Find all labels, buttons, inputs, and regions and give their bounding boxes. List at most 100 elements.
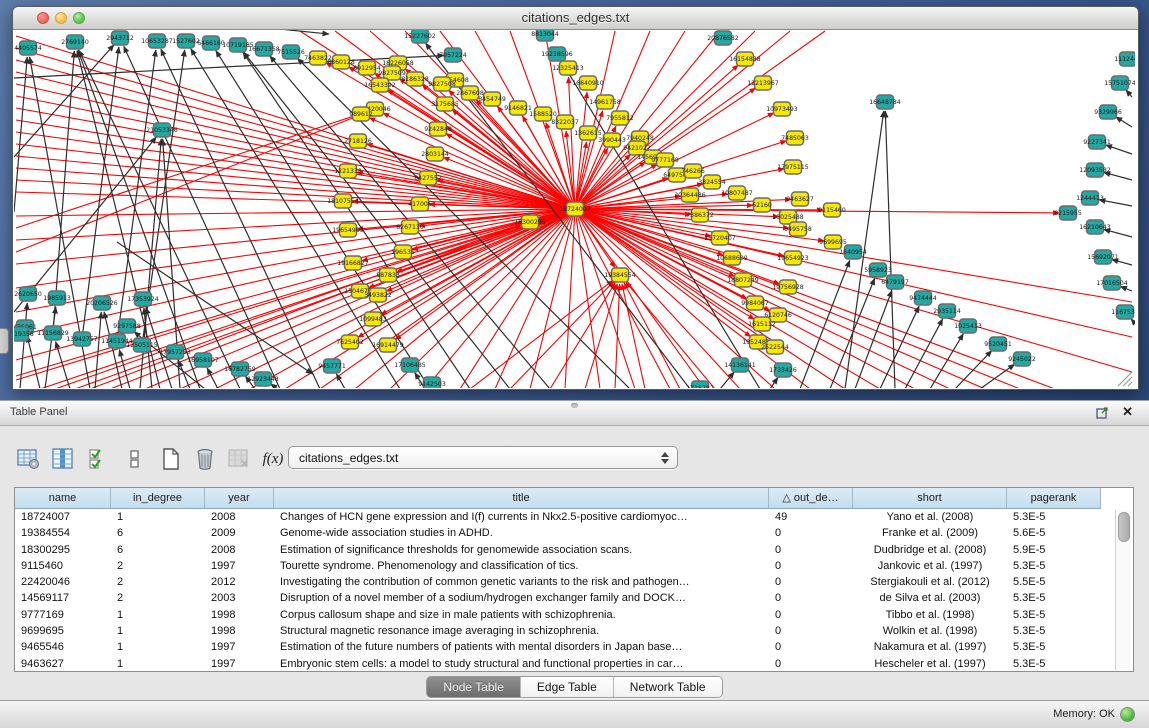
network-node-label: 1588520	[529, 111, 557, 118]
network-node-label: 4405574	[14, 45, 42, 52]
table-row[interactable]: 977716911998Corpus callosum shape and si…	[15, 607, 1101, 623]
network-node-label: 10973493	[766, 106, 798, 113]
network-node-label: 9245022	[1008, 356, 1036, 363]
table-options-button[interactable]	[16, 446, 42, 472]
show-column-button[interactable]	[50, 446, 76, 472]
network-node-label: 16210643	[1079, 224, 1111, 231]
network-window[interactable]: citations_edges.txt 44055742769140294371…	[12, 6, 1139, 390]
network-node-label: 10807487	[721, 190, 753, 197]
network-node-label: 9242848	[424, 126, 452, 133]
table-cell: Embryonic stem cells: a model to study s…	[274, 656, 769, 672]
table-row[interactable]: 911546021997Tourette syndrome. Phenomeno…	[15, 558, 1101, 574]
network-node-label: 16154838	[729, 56, 761, 63]
network-node-label: 9495758	[784, 226, 812, 233]
table-row[interactable]: 2242004622012Investigating the contribut…	[15, 574, 1101, 590]
network-canvas-svg[interactable]: 4405574276914029437121065328715276026466…	[14, 30, 1135, 388]
table-row[interactable]: 1830029562008Estimation of significance …	[15, 542, 1101, 558]
table-cell: 1	[111, 656, 205, 672]
network-canvas[interactable]: 4405574276914029437121065328715276026466…	[14, 30, 1135, 388]
table-cell: 5.3E-5	[1007, 639, 1101, 655]
network-node-label: 1244413	[1076, 195, 1104, 202]
network-node-label: 2803144	[421, 151, 449, 158]
function-builder-button[interactable]: f(x)	[260, 446, 286, 472]
table-cell: 9699695	[15, 623, 111, 639]
network-node-label: 7485063	[781, 135, 809, 142]
row-options-button[interactable]	[122, 446, 148, 472]
network-node-label: 9146821	[504, 105, 532, 112]
network-node-label: 19756928	[772, 284, 804, 291]
table-cell: 5.3E-5	[1007, 656, 1101, 672]
network-edge	[20, 303, 27, 388]
network-node-label: 196535	[391, 249, 415, 256]
table-row[interactable]: 969969511998Structural magnetic resonanc…	[15, 623, 1101, 639]
network-edge	[1099, 200, 1132, 206]
network-edge	[1120, 286, 1132, 291]
network-node-label: 9984067	[741, 300, 769, 307]
column-header-3[interactable]: title	[274, 488, 769, 509]
table-cell: 6	[111, 525, 205, 541]
network-edge	[955, 351, 992, 388]
network-node-label: 14961758	[589, 99, 621, 106]
network-node-label: 19384554	[604, 272, 636, 279]
table-cell: 0	[769, 590, 853, 606]
delete-table-button-disabled[interactable]	[226, 446, 252, 472]
checkbox-list-icon	[87, 447, 111, 471]
column-header-4[interactable]: △ out_de…	[769, 488, 853, 509]
network-node-label: 13942757	[66, 336, 98, 343]
column-header-2[interactable]: year	[205, 488, 274, 509]
table-cell: 2008	[205, 542, 274, 558]
network-edge	[626, 282, 715, 388]
table-header-row: namein_degreeyeartitle△ out_de…shortpage…	[15, 488, 1101, 509]
select-columns-button[interactable]	[86, 446, 112, 472]
table-row[interactable]: 1872400712008Changes of HCN gene express…	[15, 509, 1101, 525]
tab-node-table[interactable]: Node Table	[427, 677, 521, 697]
table-row[interactable]: 1938455462009Genome-wide association stu…	[15, 525, 1101, 541]
network-node-label: 9115460	[818, 207, 846, 214]
network-node-label: 21053346	[146, 127, 178, 134]
network-node-label: 20876582	[707, 35, 739, 42]
table-cell: 0	[769, 574, 853, 590]
table-row[interactable]: 1456911722003Disruption of a novel membe…	[15, 590, 1101, 606]
network-edge	[90, 225, 522, 388]
table-cell: Estimation of the future numbers of pati…	[274, 639, 769, 655]
float-panel-icon[interactable]	[1096, 406, 1109, 419]
table-scrollbar[interactable]	[1115, 510, 1131, 670]
table-gear-icon	[17, 447, 41, 471]
delete-column-button[interactable]	[192, 446, 218, 472]
network-node-label: 7955812	[606, 115, 634, 122]
memory-ok-indicator-icon	[1120, 707, 1135, 722]
column-header-5[interactable]: short	[853, 488, 1007, 509]
table-cell: Jankovic et al. (1997)	[853, 558, 1007, 574]
new-column-button[interactable]	[158, 446, 184, 472]
window-resize-grip[interactable]	[1118, 372, 1132, 386]
network-node-label: 16958107	[187, 357, 219, 364]
scrollbar-thumb[interactable]	[1118, 512, 1130, 542]
control-panel-handle[interactable]	[0, 328, 9, 354]
network-node-label: 9297588	[113, 323, 141, 330]
network-window-titlebar[interactable]: citations_edges.txt	[13, 7, 1138, 30]
table-toolbar: f(x) citations_edges.txt	[0, 424, 1149, 486]
table-row[interactable]: 946362711997Embryonic stem cells: a mode…	[15, 656, 1101, 672]
table-cell: 2009	[205, 525, 274, 541]
tab-network-table[interactable]: Network Table	[614, 677, 722, 697]
table-panel-header: Table Panel ✕	[0, 400, 1149, 426]
column-header-0[interactable]: name	[15, 488, 111, 509]
network-node-label: 1362615	[574, 130, 602, 137]
network-node-label: 3824554	[698, 179, 726, 186]
table-cell: 5.5E-5	[1007, 574, 1101, 590]
table-selector-combobox[interactable]: citations_edges.txt	[288, 446, 678, 469]
network-edge	[16, 209, 575, 380]
table-cell: 2	[111, 590, 205, 606]
network-node-label: 417006	[408, 201, 432, 208]
table-cell: 1997	[205, 639, 274, 655]
table-cell: Stergiakouli et al. (2012)	[853, 574, 1007, 590]
column-header-1[interactable]: in_degree	[111, 488, 205, 509]
panel-drag-handle[interactable]	[571, 403, 578, 408]
network-node-label: 9827508	[428, 81, 456, 88]
tab-edge-table[interactable]: Edge Table	[521, 677, 614, 697]
network-edge	[1106, 145, 1132, 154]
table-row[interactable]: 946554611997Estimation of the future num…	[15, 639, 1101, 655]
column-header-6[interactable]: pagerank	[1007, 488, 1101, 509]
close-panel-icon[interactable]: ✕	[1122, 404, 1133, 420]
network-edge	[1116, 117, 1132, 127]
